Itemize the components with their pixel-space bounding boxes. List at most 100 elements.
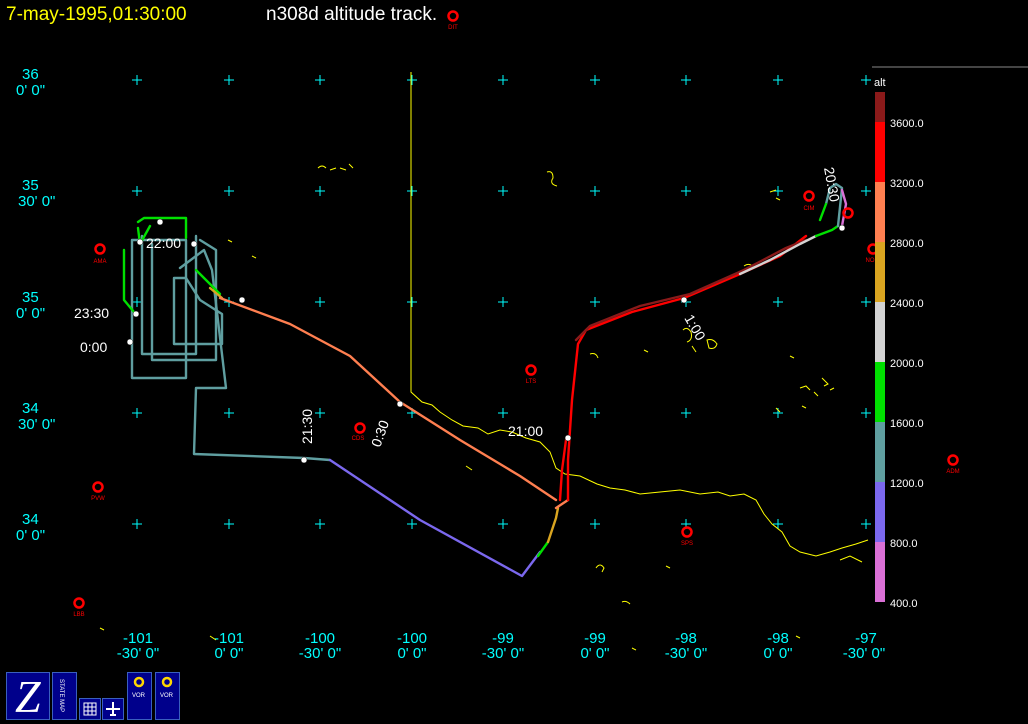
lon-label-min: -30' 0" <box>117 645 159 662</box>
station-marker[interactable]: CDS <box>352 422 366 443</box>
lat-label-deg: 34 <box>22 511 39 528</box>
grid-cross <box>861 186 871 196</box>
grid-cross <box>498 297 508 307</box>
lon-label-min: -30' 0" <box>843 645 885 662</box>
state-map-button[interactable]: STATE MAP <box>52 672 77 720</box>
grid-cross <box>773 519 783 529</box>
legend-band <box>875 302 885 362</box>
grid-cross <box>132 186 142 196</box>
legend-tick: 800.0 <box>890 538 918 550</box>
station-label: LBB <box>73 612 84 618</box>
state-map-label: STATE MAP <box>58 679 64 713</box>
grid-cross <box>773 75 783 85</box>
station-marker[interactable]: DIT <box>447 10 459 32</box>
grid-cross <box>224 519 234 529</box>
grid-cross <box>132 75 142 85</box>
station-label: AMA <box>93 259 106 265</box>
grid-cross <box>590 186 600 196</box>
time-label: 21:00 <box>508 423 543 439</box>
grid-cross <box>224 75 234 85</box>
grid-cross <box>315 75 325 85</box>
lat-label-min: 0' 0" <box>16 305 45 322</box>
grid-cross <box>315 186 325 196</box>
time-marker <box>132 310 140 318</box>
grid-cross <box>590 75 600 85</box>
legend-band <box>875 182 885 242</box>
time-marker <box>126 338 134 346</box>
station-label: SPS <box>681 541 693 547</box>
lon-label-min: -30' 0" <box>299 645 341 662</box>
station-marker[interactable]: PVW <box>91 481 105 503</box>
station-label: CDS <box>352 436 365 442</box>
station-marker[interactable]: AMA <box>93 243 107 266</box>
station-label: LTS <box>526 379 537 385</box>
grid-cross <box>498 186 508 196</box>
grid-cross <box>861 519 871 529</box>
grid-cross <box>773 297 783 307</box>
grid-cross <box>407 75 417 85</box>
grid-cross <box>861 408 871 418</box>
legend-title: alt <box>874 77 886 89</box>
grid-cross <box>315 408 325 418</box>
time-marker <box>136 238 144 246</box>
vor-station-icon <box>161 676 173 688</box>
station-marker[interactable]: LTS <box>525 364 537 386</box>
track-time-labels: 23:30 0:00 22:00 21:30 0:30 21:00 1:00 2… <box>74 166 843 449</box>
lat-label-deg: 35 <box>22 289 39 306</box>
vor-button-2[interactable]: VOR <box>155 672 180 720</box>
grid-cross <box>407 519 417 529</box>
legend-color-bar <box>875 92 885 602</box>
time-marker <box>564 434 572 442</box>
vor-button-1[interactable]: VOR <box>127 672 152 720</box>
grid-cross <box>590 408 600 418</box>
grid-cross <box>132 408 142 418</box>
zoom-z-button[interactable]: Z <box>6 671 50 722</box>
station-marker[interactable]: CIM <box>803 190 815 213</box>
track-time-markers <box>126 218 846 464</box>
grid-cross <box>224 408 234 418</box>
time-marker <box>156 218 164 226</box>
station-marker[interactable]: ADM <box>946 454 960 476</box>
altitude-legend: alt 3600.0 3200.0 2800.0 2400.0 2000.0 1… <box>872 66 1028 610</box>
time-marker <box>300 456 308 464</box>
time-marker <box>838 224 846 232</box>
airplane-icon <box>106 702 120 716</box>
time-label: 0:00 <box>80 339 107 355</box>
grid-cross <box>681 408 691 418</box>
legend-tick: 400.0 <box>890 598 918 610</box>
vor-label: VOR <box>160 693 174 699</box>
grid-cross <box>861 297 871 307</box>
grid-cross <box>681 186 691 196</box>
station-marker[interactable]: LBB <box>73 597 85 619</box>
aircraft-button[interactable] <box>102 698 124 720</box>
grid-cross <box>498 408 508 418</box>
grid-cross <box>224 186 234 196</box>
lat-label-min: 0' 0" <box>16 527 45 544</box>
map-canvas[interactable]: 36 0' 0" 35 30' 0" 35 0' 0" 34 30' 0" 34… <box>0 0 1028 724</box>
grid-cross <box>315 297 325 307</box>
station-label: ADM <box>946 469 959 475</box>
time-label: 1:00 <box>681 312 709 344</box>
grid-icon <box>83 702 97 716</box>
time-label: 0:30 <box>368 418 392 449</box>
grid-cross <box>407 186 417 196</box>
grid-cross <box>132 519 142 529</box>
grid-cross <box>861 75 871 85</box>
station-marker[interactable]: SPS <box>681 526 693 548</box>
time-marker <box>238 296 246 304</box>
vor-station-icon <box>133 676 145 688</box>
time-marker <box>680 296 688 304</box>
lat-label-min: 30' 0" <box>18 416 55 433</box>
time-label: 21:30 <box>299 409 315 444</box>
page-title: n308d altitude track. <box>266 4 438 25</box>
lon-label-min: -30' 0" <box>665 645 707 662</box>
grid-toggle-button[interactable] <box>79 698 101 720</box>
time-label: 22:00 <box>146 235 181 251</box>
grid-cross <box>315 519 325 529</box>
legend-band <box>875 482 885 542</box>
legend-tick: 2000.0 <box>890 358 924 370</box>
lat-label-min: 0' 0" <box>16 82 45 99</box>
grid-cross <box>590 297 600 307</box>
z-logo: Z <box>15 671 41 722</box>
lat-label-deg: 36 <box>22 66 39 83</box>
